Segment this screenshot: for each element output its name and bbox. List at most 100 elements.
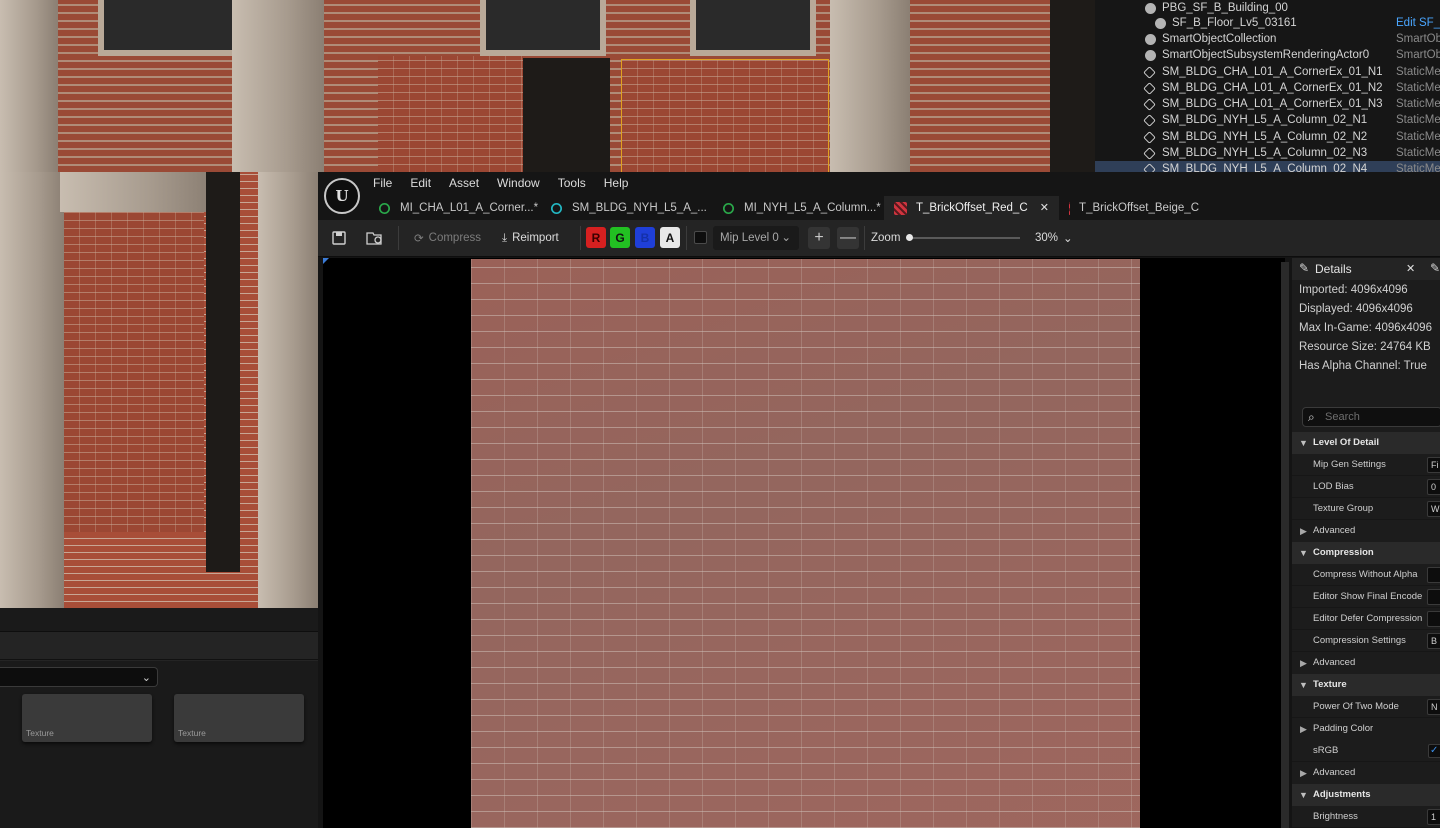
editor-tab[interactable]: T_BrickOffset_Red_C ✕ [884,196,1059,220]
outliner-item-label: SM_BLDG_CHA_L01_A_CornerEx_01_N1 [1162,66,1383,79]
property-value-field[interactable]: 1 [1427,809,1440,825]
category-adjustments[interactable]: ▼ Adjustments [1292,784,1440,806]
property-advanced[interactable]: ▶ Advanced [1292,520,1440,542]
outliner-row[interactable]: SM_BLDG_CHA_L01_A_CornerEx_01_N1 StaticMe… [1095,64,1440,80]
property-value-field[interactable]: W [1427,501,1440,517]
close-icon[interactable]: ✕ [1406,262,1415,275]
zoom-dropdown[interactable]: 30% ⌄ [1035,228,1073,248]
pencil-icon[interactable]: ✎ [1430,261,1440,275]
outliner-item-type[interactable]: Edit SF_B [1396,17,1440,29]
zoom-slider-track[interactable] [910,237,1020,239]
property-label: Power Of Two Mode [1313,701,1399,712]
property-value-field[interactable]: 0 [1427,479,1440,495]
texture-icon [894,201,907,215]
has-alpha-channel: Has Alpha Channel: True [1299,360,1427,372]
alpha-channel-toggle[interactable]: A [660,227,680,248]
brick-texture-preview [471,259,1140,828]
level-viewport-lower[interactable] [0,172,318,608]
stone-band [60,172,210,212]
static-mesh-icon [1143,97,1156,111]
mip-increase-button[interactable]: + [808,227,830,249]
content-filter-dropdown[interactable]: ⌄ [0,667,158,687]
editor-tab[interactable]: MI_CHA_L01_A_Corner...* [368,196,540,220]
outliner-row[interactable]: SM_BLDG_CHA_L01_A_CornerEx_01_N2 StaticMe… [1095,80,1440,96]
property-label: Advanced [1313,525,1356,536]
outliner-row[interactable]: SmartObjectCollection SmartObj [1095,31,1440,47]
property-value-field[interactable] [1427,611,1440,627]
mip-checkbox[interactable] [694,231,707,244]
collapse-arrow-icon[interactable]: ▶ [1300,762,1307,784]
property-advanced[interactable]: ▶ Advanced [1292,652,1440,674]
menu-window[interactable]: Window [497,175,540,191]
editor-tab[interactable]: T_BrickOffset_Beige_C [1059,196,1199,220]
asset-type-label: Texture [178,728,206,738]
expand-arrow-icon[interactable]: ▼ [1299,674,1308,696]
world-outliner[interactable]: PBG_SF_B_Building_00 SF_B_Floor_Lv5_03161… [1095,0,1440,172]
expand-arrow-icon[interactable]: ▼ [1299,432,1308,454]
actor-icon [1145,33,1156,45]
collapse-arrow-icon[interactable]: ▶ [1300,652,1307,674]
expand-arrow-icon[interactable]: ▼ [1299,542,1308,564]
content-browser[interactable]: ⌄ Texture Texture [0,608,318,828]
editor-title-bar: U File Edit Asset Window Tools Help MI_CHA_L0… [318,172,1440,220]
blue-channel-toggle[interactable]: B [635,227,655,248]
asset-tile[interactable]: Texture [22,694,152,742]
outliner-row[interactable]: SmartObjectSubsystemRenderingActor0 Smart… [1095,47,1440,63]
stone-pillar [0,0,58,172]
unreal-logo-icon[interactable]: U [324,178,360,214]
asset-tile[interactable]: Texture [174,694,304,742]
property-padding-color[interactable]: ▶ Padding Color [1292,718,1440,740]
property-editor-defer-compression: Editor Defer Compression [1292,608,1440,630]
srgb-checkbox[interactable]: ✓ [1428,744,1440,758]
menu-asset[interactable]: Asset [449,175,479,191]
outliner-row[interactable]: SM_BLDG_NYH_L5_A_Column_02_N2 StaticMes [1095,129,1440,145]
viewport-scrollbar[interactable] [1281,262,1289,828]
zoom-slider-handle[interactable] [906,234,913,241]
expand-arrow-icon[interactable]: ▼ [1299,784,1308,806]
outliner-row[interactable]: PBG_SF_B_Building_00 [1095,0,1440,16]
property-compress-without-alpha: Compress Without Alpha [1292,564,1440,586]
reimport-button[interactable]: ⤓ Reimport [502,228,559,248]
browse-asset-icon[interactable] [366,228,384,248]
outliner-item-label: SM_BLDG_NYH_L5_A_Column_02_N1 [1162,114,1368,127]
editor-tab[interactable]: MI_NYH_L5_A_Column...* [712,196,884,220]
category-texture[interactable]: ▼ Texture [1292,674,1440,696]
menu-file[interactable]: File [373,175,392,191]
outliner-row[interactable]: SM_BLDG_NYH_L5_A_Column_02_N1 StaticMes [1095,112,1440,128]
green-channel-toggle[interactable]: G [610,227,630,248]
outliner-row[interactable]: SM_BLDG_NYH_L5_A_Column_02_N3 StaticMes [1095,145,1440,161]
property-value-field[interactable]: N [1427,699,1440,715]
red-channel-toggle[interactable]: R [586,227,606,248]
editor-tab[interactable]: SM_BLDG_NYH_L5_A_... [540,196,712,220]
chevron-down-icon: ⌄ [141,672,151,684]
compress-button[interactable]: ⟳ Compress [414,228,481,248]
property-value-field[interactable] [1427,589,1440,605]
collapse-arrow-icon[interactable]: ▶ [1300,520,1307,542]
property-label: Editor Show Final Encode [1313,591,1423,602]
close-icon[interactable]: ✕ [1040,201,1049,214]
category-compression[interactable]: ▼ Compression [1292,542,1440,564]
outliner-row[interactable]: SM_BLDG_NYH_L5_A_Column_02_N4 StaticMes [1095,161,1440,172]
material-instance-icon [378,202,391,214]
menu-help[interactable]: Help [604,175,629,191]
mip-decrease-button[interactable]: — [837,227,859,249]
property-value-field[interactable]: B [1427,633,1440,649]
level-viewport[interactable] [0,0,1095,172]
property-srgb: sRGB ✓ [1292,740,1440,762]
outliner-row[interactable]: SM_BLDG_CHA_L01_A_CornerEx_01_N3 StaticMe… [1095,96,1440,112]
property-value-field[interactable] [1427,567,1440,583]
property-value-field[interactable]: Fi [1427,457,1440,473]
save-icon[interactable] [332,228,346,248]
menu-tools[interactable]: Tools [558,175,586,191]
collapse-arrow-icon[interactable]: ▶ [1300,718,1307,740]
property-advanced[interactable]: ▶ Advanced [1292,762,1440,784]
texture-preview-viewport[interactable] [323,258,1285,828]
static-mesh-icon [1143,113,1156,127]
menu-edit[interactable]: Edit [410,175,431,191]
details-search-input[interactable]: ⌕ Search [1302,407,1440,427]
category-level-of-detail[interactable]: ▼ Level Of Detail [1292,432,1440,454]
outliner-row[interactable]: SF_B_Floor_Lv5_03161 Edit SF_B [1095,15,1440,31]
selected-brick-panel[interactable] [621,59,829,172]
divider [686,226,687,250]
mip-level-dropdown[interactable]: Mip Level 0 ⌄ [713,226,799,250]
